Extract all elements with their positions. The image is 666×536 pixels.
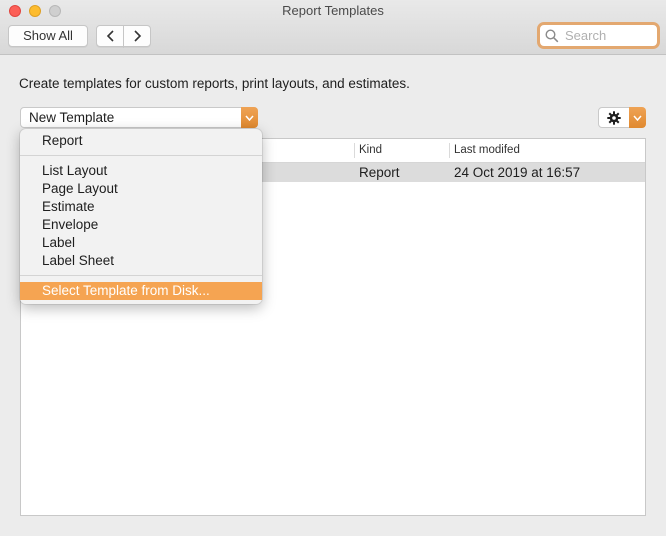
description-text: Create templates for custom reports, pri… xyxy=(19,76,410,91)
menu-separator xyxy=(20,275,262,276)
menu-item-list-layout[interactable]: List Layout xyxy=(20,162,262,180)
column-header-last-modified[interactable]: Last modifed xyxy=(454,144,520,156)
menu-item-label[interactable]: Label xyxy=(20,234,262,252)
report-templates-window: Report Templates Show All Create templat… xyxy=(0,0,666,536)
menu-item-envelope[interactable]: Envelope xyxy=(20,216,262,234)
menu-item-label-sheet[interactable]: Label Sheet xyxy=(20,252,262,270)
new-template-label: New Template xyxy=(29,110,115,125)
menu-separator xyxy=(20,155,262,156)
chevron-down-icon xyxy=(633,115,642,121)
back-button[interactable] xyxy=(96,25,124,47)
gear-icon xyxy=(607,110,621,125)
menu-item-page-layout[interactable]: Page Layout xyxy=(20,180,262,198)
menu-item-select-template-from-disk[interactable]: Select Template from Disk... xyxy=(20,282,262,300)
gear-menu-arrow[interactable] xyxy=(629,107,646,128)
navigation-buttons xyxy=(96,25,152,47)
column-divider xyxy=(354,143,355,158)
search-input[interactable] xyxy=(563,27,657,44)
chevron-left-icon xyxy=(106,30,114,42)
search-icon xyxy=(545,28,559,42)
action-menu xyxy=(598,107,646,128)
show-all-button[interactable]: Show All xyxy=(8,25,88,47)
column-header-kind[interactable]: Kind xyxy=(359,144,382,156)
new-template-popup[interactable]: New Template xyxy=(20,107,258,128)
forward-button[interactable] xyxy=(123,25,151,47)
title-bar: Report Templates Show All xyxy=(0,0,666,55)
popup-arrow[interactable] xyxy=(241,107,258,128)
new-template-menu: Report List Layout Page Layout Estimate … xyxy=(20,129,262,304)
chevron-right-icon xyxy=(133,30,141,42)
row-kind: Report xyxy=(359,165,400,180)
chevron-down-icon xyxy=(245,115,254,121)
gear-button[interactable] xyxy=(598,107,630,128)
column-divider xyxy=(449,143,450,158)
menu-item-report[interactable]: Report xyxy=(20,132,262,150)
window-title: Report Templates xyxy=(282,3,384,18)
search-field[interactable] xyxy=(537,22,660,49)
row-last-modified: 24 Oct 2019 at 16:57 xyxy=(454,165,581,180)
menu-item-estimate[interactable]: Estimate xyxy=(20,198,262,216)
